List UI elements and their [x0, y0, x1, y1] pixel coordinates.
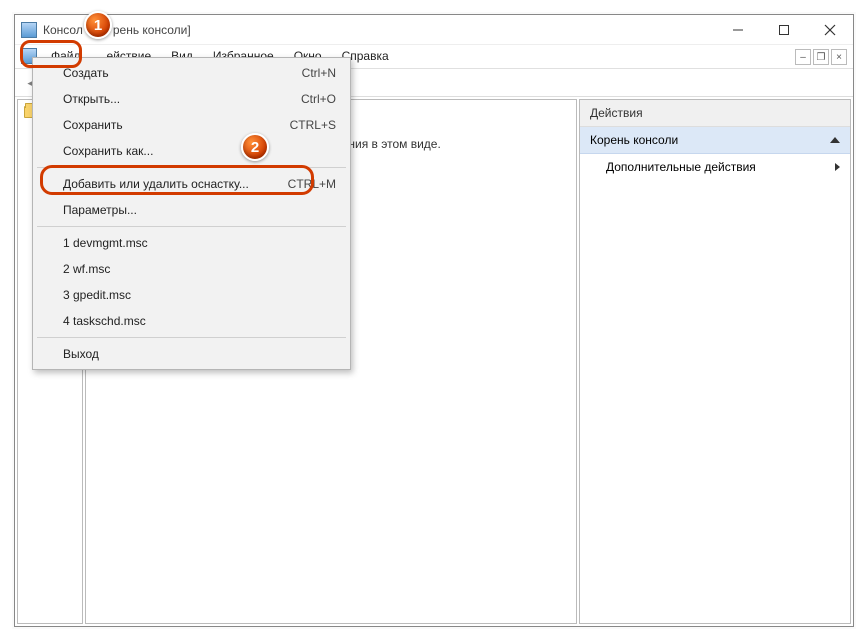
menu-add-remove-snapin[interactable]: Добавить или удалить оснастку...CTRL+M — [35, 171, 348, 197]
menu-exit[interactable]: Выход — [35, 341, 348, 367]
menu-recent-4[interactable]: 4 taskschd.msc — [35, 308, 348, 334]
menu-options[interactable]: Параметры... — [35, 197, 348, 223]
menu-new[interactable]: СоздатьCtrl+N — [35, 60, 348, 86]
mdi-close-icon[interactable]: × — [831, 49, 847, 65]
actions-more-label: Дополнительные действия — [606, 160, 756, 174]
menu-recent-3[interactable]: 3 gpedit.msc — [35, 282, 348, 308]
menu-recent-1[interactable]: 1 devmgmt.msc — [35, 230, 348, 256]
marker-2: 2 — [241, 133, 269, 161]
actions-pane: Действия Корень консоли Дополнительные д… — [579, 99, 851, 624]
actions-header: Действия — [580, 100, 850, 127]
close-button[interactable] — [807, 15, 853, 45]
mdi-minimize-icon[interactable]: – — [795, 49, 811, 65]
menu-separator — [37, 226, 346, 227]
window-title: Консол рень консоли] — [43, 23, 715, 37]
marker-1: 1 — [84, 11, 112, 39]
mdi-restore-icon[interactable]: ❐ — [813, 49, 829, 65]
titlebar: Консол рень консоли] — [15, 15, 853, 45]
menu-save[interactable]: СохранитьCTRL+S — [35, 112, 348, 138]
actions-root-row[interactable]: Корень консоли — [580, 127, 850, 154]
mdi-controls: – ❐ × — [795, 49, 847, 65]
menu-open[interactable]: Открыть...Ctrl+O — [35, 86, 348, 112]
actions-root-label: Корень консоли — [590, 133, 678, 147]
menu-save-as[interactable]: Сохранить как... — [35, 138, 348, 164]
collapse-icon — [830, 137, 840, 143]
submenu-arrow-icon — [835, 163, 840, 171]
file-dropdown: СоздатьCtrl+N Открыть...Ctrl+O Сохранить… — [32, 57, 351, 370]
app-icon — [21, 22, 37, 38]
actions-more-row[interactable]: Дополнительные действия — [580, 154, 850, 180]
menu-separator — [37, 337, 346, 338]
minimize-button[interactable] — [715, 15, 761, 45]
maximize-button[interactable] — [761, 15, 807, 45]
menu-separator — [37, 167, 346, 168]
menu-recent-2[interactable]: 2 wf.msc — [35, 256, 348, 282]
